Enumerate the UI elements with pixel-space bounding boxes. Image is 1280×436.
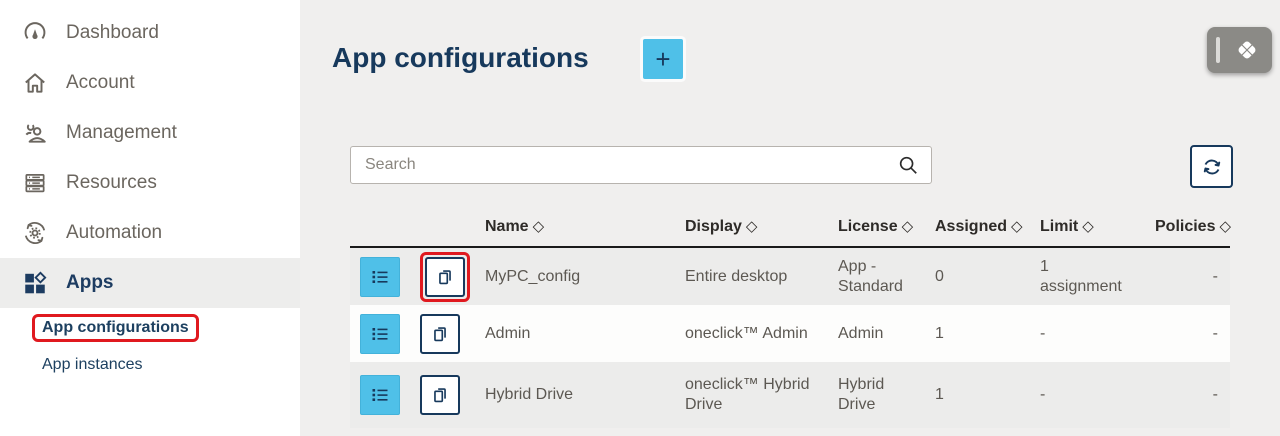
sidebar-item-account[interactable]: Account: [0, 58, 300, 108]
cell-name: Hybrid Drive: [485, 385, 685, 405]
cell-license: Admin: [838, 324, 935, 344]
list-icon: [368, 265, 392, 289]
sort-diamond-icon[interactable]: ◇: [1011, 218, 1023, 235]
cell-limit: 1 assignment: [1040, 257, 1135, 297]
copy-icon: [434, 266, 456, 288]
refresh-icon: [1200, 155, 1224, 179]
annotation-highlight-box: [420, 252, 470, 302]
sort-diamond-icon[interactable]: ◇: [746, 218, 758, 235]
header-name[interactable]: Name◇: [485, 217, 685, 236]
add-configuration-button[interactable]: +: [643, 39, 683, 79]
sidebar-item-apps[interactable]: Apps: [0, 258, 300, 308]
page-title: App configurations: [332, 42, 589, 74]
header-limit[interactable]: Limit◇: [1040, 217, 1155, 236]
sidebar-item-automation[interactable]: Automation: [0, 208, 300, 258]
table-row: MyPC_config Entire desktop App - Standar…: [350, 248, 1230, 305]
sidebar-item-dashboard[interactable]: Dashboard: [0, 8, 300, 58]
sidebar-item-resources[interactable]: Resources: [0, 158, 300, 208]
table-row: Hybrid Drive oneclick™ Hybrid Drive Hybr…: [350, 362, 1230, 428]
search-bar: [350, 146, 932, 184]
server-icon: [22, 170, 48, 196]
floating-widget[interactable]: [1207, 27, 1272, 73]
copy-icon: [429, 384, 451, 406]
cell-limit: -: [1040, 385, 1155, 405]
automation-icon: [22, 220, 48, 246]
cell-display: Entire desktop: [685, 267, 838, 287]
sidebar-item-label: Dashboard: [66, 22, 159, 44]
users-icon: [22, 120, 48, 146]
copy-icon: [429, 323, 451, 345]
sidebar-item-label: Apps: [66, 272, 114, 294]
widget-diamond-icon: [1234, 37, 1260, 63]
annotation-highlight-box: App configurations: [32, 314, 199, 342]
row-details-button[interactable]: [360, 375, 400, 415]
home-icon: [22, 70, 48, 96]
cell-assigned: 1: [935, 324, 1040, 344]
search-icon[interactable]: [897, 154, 919, 176]
sidebar-item-management[interactable]: Management: [0, 108, 300, 158]
list-icon: [368, 322, 392, 346]
row-copy-button[interactable]: [420, 314, 460, 354]
cell-name: MyPC_config: [485, 267, 685, 287]
table-header-row: Name◇ Display◇ License◇ Assigned◇ Limit◇…: [350, 206, 1230, 248]
cell-policies: -: [1155, 267, 1230, 287]
apps-icon: [22, 270, 48, 296]
sidebar-sub-menu: App configurations App instances: [0, 308, 300, 374]
configurations-table: Name◇ Display◇ License◇ Assigned◇ Limit◇…: [350, 206, 1230, 428]
row-copy-button[interactable]: [420, 375, 460, 415]
sort-diamond-icon[interactable]: ◇: [533, 218, 545, 235]
header-policies[interactable]: Policies◇: [1155, 217, 1230, 236]
cell-limit: -: [1040, 324, 1155, 344]
sidebar-item-label: Resources: [66, 172, 157, 194]
cell-policies: -: [1155, 324, 1230, 344]
cell-name: Admin: [485, 324, 685, 344]
cell-policies: -: [1155, 385, 1230, 405]
sidebar-item-label: Management: [66, 122, 177, 144]
gauge-icon: [22, 20, 48, 46]
header-license[interactable]: License◇: [838, 217, 935, 236]
sidebar-item-app-instances[interactable]: App instances: [42, 356, 300, 374]
search-input[interactable]: [351, 156, 897, 174]
cell-license: Hybrid Drive: [838, 375, 935, 415]
table-row: Admin oneclick™ Admin Admin 1 - -: [350, 305, 1230, 362]
row-copy-button[interactable]: [425, 257, 465, 297]
header-display[interactable]: Display◇: [685, 217, 838, 236]
cell-assigned: 1: [935, 385, 1040, 405]
row-details-button[interactable]: [360, 257, 400, 297]
sort-diamond-icon[interactable]: ◇: [1219, 218, 1231, 235]
cell-license: App - Standard: [838, 257, 935, 297]
refresh-button[interactable]: [1190, 145, 1233, 188]
sidebar: Dashboard Account Management: [0, 0, 300, 436]
sidebar-item-label: Account: [66, 72, 135, 94]
header-assigned[interactable]: Assigned◇: [935, 217, 1040, 236]
row-details-button[interactable]: [360, 314, 400, 354]
sidebar-item-app-configurations[interactable]: App configurations: [42, 314, 300, 342]
main-content: App configurations +: [300, 0, 1280, 436]
sidebar-item-label: Automation: [66, 222, 162, 244]
cell-display: oneclick™ Admin: [685, 324, 838, 344]
list-icon: [368, 383, 392, 407]
cell-assigned: 0: [935, 267, 1040, 287]
sort-diamond-icon[interactable]: ◇: [902, 218, 914, 235]
widget-handle-bar-icon: [1216, 37, 1220, 63]
sort-diamond-icon[interactable]: ◇: [1082, 218, 1094, 235]
cell-display: oneclick™ Hybrid Drive: [685, 375, 838, 415]
